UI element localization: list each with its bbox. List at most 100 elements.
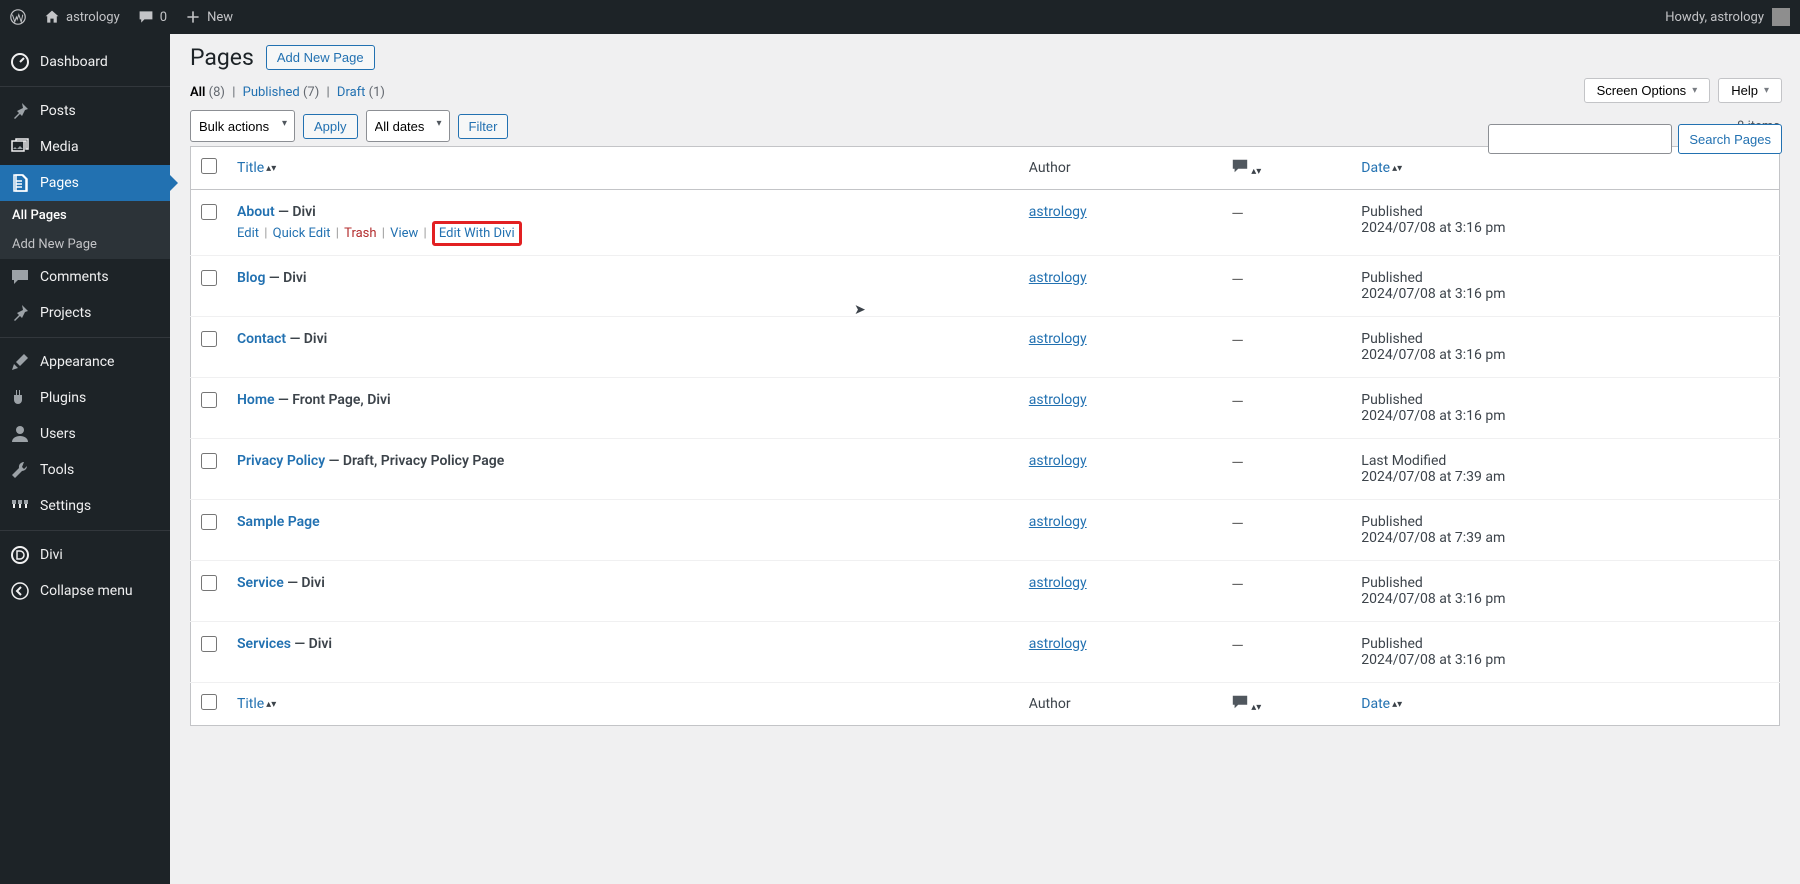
sidebar-item-appearance[interactable]: Appearance bbox=[0, 344, 170, 380]
plugin-icon bbox=[10, 388, 30, 408]
sidebar-item-dashboard[interactable]: Dashboard bbox=[0, 44, 170, 80]
row-checkbox[interactable] bbox=[201, 453, 217, 469]
comments-cell: — bbox=[1221, 622, 1351, 683]
comments-link[interactable]: 0 bbox=[138, 9, 167, 25]
date-filter-select[interactable]: All dates bbox=[366, 110, 450, 142]
search-input[interactable] bbox=[1488, 124, 1672, 154]
page-title-link[interactable]: Blog bbox=[237, 270, 265, 286]
plus-icon bbox=[185, 9, 201, 25]
sidebar-item-comments[interactable]: Comments bbox=[0, 259, 170, 295]
col-date[interactable]: Date▴▾ bbox=[1361, 160, 1402, 176]
date-cell: Last Modified2024/07/08 at 7:39 am bbox=[1351, 439, 1779, 500]
select-all-checkbox-bottom[interactable] bbox=[201, 694, 217, 710]
quick-edit-link[interactable]: Quick Edit bbox=[273, 226, 331, 241]
view-link[interactable]: View bbox=[390, 226, 418, 241]
sidebar-label: Divi bbox=[40, 547, 63, 563]
sidebar-item-media[interactable]: Media bbox=[0, 129, 170, 165]
filter-button[interactable]: Filter bbox=[458, 114, 509, 139]
submenu-item-all-pages[interactable]: All Pages bbox=[0, 201, 170, 230]
collapse-icon bbox=[10, 581, 30, 601]
edit-with-divi-link[interactable]: Edit With Divi bbox=[439, 226, 515, 241]
comments-cell: — bbox=[1221, 317, 1351, 378]
comment-icon bbox=[1231, 693, 1249, 711]
wordpress-logo[interactable] bbox=[10, 9, 26, 25]
col-title[interactable]: Title▴▾ bbox=[237, 160, 276, 176]
filter-published[interactable]: Published bbox=[243, 85, 300, 100]
admin-bar: astrology 0 New Howdy, astrology bbox=[0, 0, 1800, 34]
sidebar-item-projects[interactable]: Projects bbox=[0, 295, 170, 331]
sidebar-item-collapse-menu[interactable]: Collapse menu bbox=[0, 573, 170, 609]
sidebar-label: Posts bbox=[40, 103, 76, 119]
comments-count: 0 bbox=[160, 10, 167, 25]
sidebar-label: Comments bbox=[40, 269, 109, 285]
site-link[interactable]: astrology bbox=[44, 9, 120, 25]
author-link[interactable]: astrology bbox=[1029, 270, 1087, 286]
page-title-link[interactable]: Home bbox=[237, 392, 275, 408]
page-title-link[interactable]: Privacy Policy bbox=[237, 453, 325, 469]
page-suffix: — Front Page, Divi bbox=[275, 392, 391, 408]
user-icon bbox=[10, 424, 30, 444]
page-title-link[interactable]: About bbox=[237, 204, 275, 220]
sidebar-label: Settings bbox=[40, 498, 91, 514]
edit-link[interactable]: Edit bbox=[237, 226, 259, 241]
date-cell: Published2024/07/08 at 3:16 pm bbox=[1351, 622, 1779, 683]
sidebar-item-users[interactable]: Users bbox=[0, 416, 170, 452]
author-link[interactable]: astrology bbox=[1029, 514, 1087, 530]
author-link[interactable]: astrology bbox=[1029, 331, 1087, 347]
sidebar-item-tools[interactable]: Tools bbox=[0, 452, 170, 488]
trash-link[interactable]: Trash bbox=[344, 226, 376, 241]
row-checkbox[interactable] bbox=[201, 514, 217, 530]
page-title-link[interactable]: Service bbox=[237, 575, 284, 591]
page-title-link[interactable]: Contact bbox=[237, 331, 286, 347]
submenu-item-add-new-page[interactable]: Add New Page bbox=[0, 230, 170, 259]
screen-options-button[interactable]: Screen Options bbox=[1584, 78, 1711, 103]
author-link[interactable]: astrology bbox=[1029, 575, 1087, 591]
row-checkbox[interactable] bbox=[201, 331, 217, 347]
search-pages-button[interactable]: Search Pages bbox=[1678, 124, 1782, 154]
sidebar-item-plugins[interactable]: Plugins bbox=[0, 380, 170, 416]
comments-cell: — bbox=[1221, 190, 1351, 256]
sidebar-label: Dashboard bbox=[40, 54, 108, 70]
comments-cell: — bbox=[1221, 561, 1351, 622]
page-suffix: — Draft, Privacy Policy Page bbox=[325, 453, 504, 469]
apply-button[interactable]: Apply bbox=[303, 114, 358, 139]
account-link[interactable]: Howdy, astrology bbox=[1665, 8, 1790, 26]
page-title-link[interactable]: Sample Page bbox=[237, 514, 320, 530]
select-all-checkbox[interactable] bbox=[201, 158, 217, 174]
col-title-bottom[interactable]: Title▴▾ bbox=[237, 696, 276, 712]
comments-cell: — bbox=[1221, 439, 1351, 500]
col-comments[interactable]: ▴▾ bbox=[1221, 147, 1351, 190]
row-checkbox[interactable] bbox=[201, 575, 217, 591]
sidebar-item-settings[interactable]: Settings bbox=[0, 488, 170, 524]
author-link[interactable]: astrology bbox=[1029, 453, 1087, 469]
filter-draft[interactable]: Draft bbox=[337, 85, 366, 100]
row-checkbox[interactable] bbox=[201, 204, 217, 220]
col-date-bottom[interactable]: Date▴▾ bbox=[1361, 696, 1402, 712]
sidebar-item-posts[interactable]: Posts bbox=[0, 93, 170, 129]
author-link[interactable]: astrology bbox=[1029, 204, 1087, 220]
author-link[interactable]: astrology bbox=[1029, 392, 1087, 408]
bulk-actions-select[interactable]: Bulk actions bbox=[190, 110, 295, 142]
row-checkbox[interactable] bbox=[201, 270, 217, 286]
sidebar-label: Tools bbox=[40, 462, 74, 478]
row-checkbox[interactable] bbox=[201, 636, 217, 652]
page-suffix: — Divi bbox=[265, 270, 306, 286]
sidebar-label: Appearance bbox=[40, 354, 114, 370]
col-comments-bottom[interactable]: ▴▾ bbox=[1221, 683, 1351, 726]
settings-icon bbox=[10, 496, 30, 516]
sidebar-item-pages[interactable]: Pages bbox=[0, 165, 170, 201]
date-cell: Published2024/07/08 at 3:16 pm bbox=[1351, 256, 1779, 317]
page-title-link[interactable]: Services bbox=[237, 636, 291, 652]
main-content: Screen Options Help Pages Add New Page A… bbox=[170, 34, 1800, 884]
filter-all[interactable]: All bbox=[190, 85, 205, 100]
help-button[interactable]: Help bbox=[1718, 78, 1782, 103]
avatar bbox=[1772, 8, 1790, 26]
author-link[interactable]: astrology bbox=[1029, 636, 1087, 652]
add-new-page-button[interactable]: Add New Page bbox=[266, 45, 375, 70]
new-link[interactable]: New bbox=[185, 9, 233, 25]
row-checkbox[interactable] bbox=[201, 392, 217, 408]
comments-cell: — bbox=[1221, 256, 1351, 317]
table-row: Privacy Policy — Draft, Privacy Policy P… bbox=[191, 439, 1780, 500]
sidebar-item-divi[interactable]: Divi bbox=[0, 537, 170, 573]
date-cell: Published2024/07/08 at 3:16 pm bbox=[1351, 378, 1779, 439]
